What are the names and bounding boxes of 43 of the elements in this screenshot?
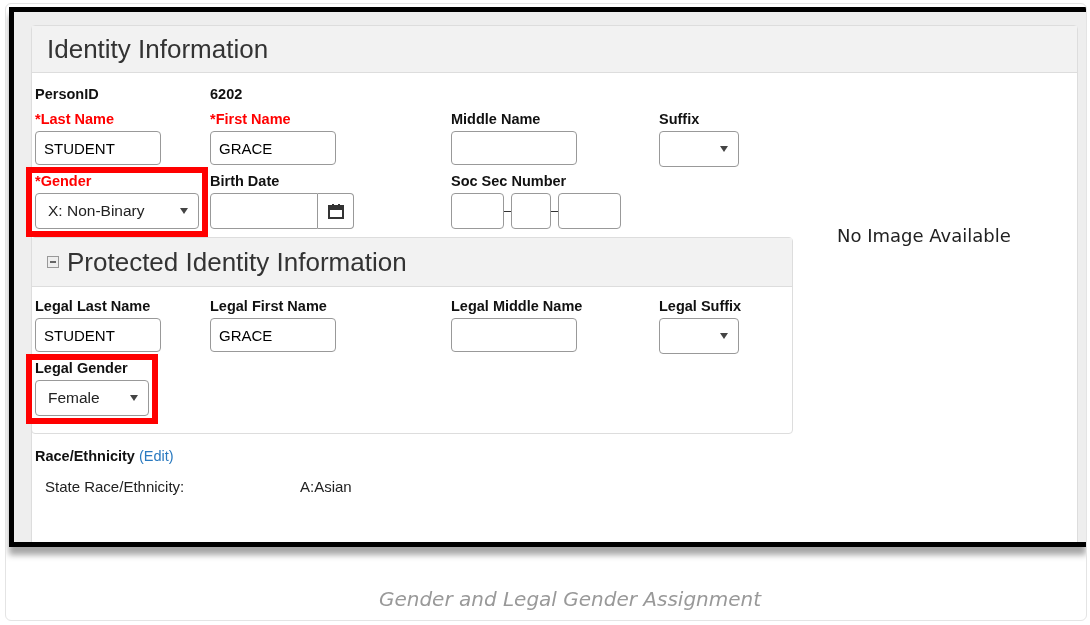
info-label: State Race/Ethnicity: <box>45 478 186 495</box>
field-label: *First Name <box>210 111 291 127</box>
calendar-button[interactable] <box>318 193 354 229</box>
panel-title: Identity Information <box>47 33 269 65</box>
dropdown[interactable]: Female <box>35 380 149 416</box>
dropdown[interactable] <box>659 131 739 167</box>
collapse-icon[interactable] <box>47 256 59 268</box>
field-label: PersonID <box>35 86 100 102</box>
field-label: *Last Name <box>35 111 114 127</box>
edit-link[interactable]: (Edit) <box>138 448 174 464</box>
text-field[interactable]: STUDENT <box>35 318 161 352</box>
ssn-field[interactable] <box>451 193 504 229</box>
field-label: Soc Sec Number <box>451 173 567 189</box>
field-label: Legal Gender <box>35 360 128 376</box>
field-label: Legal Middle Name <box>451 298 583 314</box>
field-label: *Gender <box>35 173 92 189</box>
caret-icon <box>130 395 138 401</box>
caret-icon <box>720 333 728 339</box>
text-field[interactable]: GRACE <box>210 318 336 352</box>
calendar-icon <box>327 203 344 219</box>
section-title: Protected Identity Information <box>67 246 407 278</box>
dropdown[interactable] <box>659 318 739 354</box>
field-label: Birth Date <box>210 173 280 189</box>
field-label: Legal Suffix <box>659 298 742 314</box>
text-field[interactable] <box>451 131 577 165</box>
date-field[interactable] <box>210 193 318 229</box>
field-label: Legal First Name <box>210 298 327 314</box>
caret-icon <box>720 146 728 152</box>
figure-caption: Gender and Legal Gender Assignment <box>377 587 763 611</box>
text-field[interactable]: STUDENT <box>35 131 161 165</box>
field-label: Race/Ethnicity <box>35 448 135 464</box>
field-label: Middle Name <box>451 111 541 127</box>
caret-icon <box>180 208 188 214</box>
field-label: Legal Last Name <box>35 298 151 314</box>
text-field[interactable]: GRACE <box>210 131 336 165</box>
no-image-text: No Image Available <box>837 225 1011 246</box>
ssn-field[interactable] <box>511 193 551 229</box>
person-id-value: 6202 <box>210 86 243 102</box>
info-value: A:Asian <box>300 478 352 495</box>
dropdown[interactable]: X: Non-Binary <box>35 193 199 229</box>
ssn-field[interactable] <box>558 193 621 229</box>
field-label: Suffix <box>659 111 700 127</box>
text-field[interactable] <box>451 318 577 352</box>
